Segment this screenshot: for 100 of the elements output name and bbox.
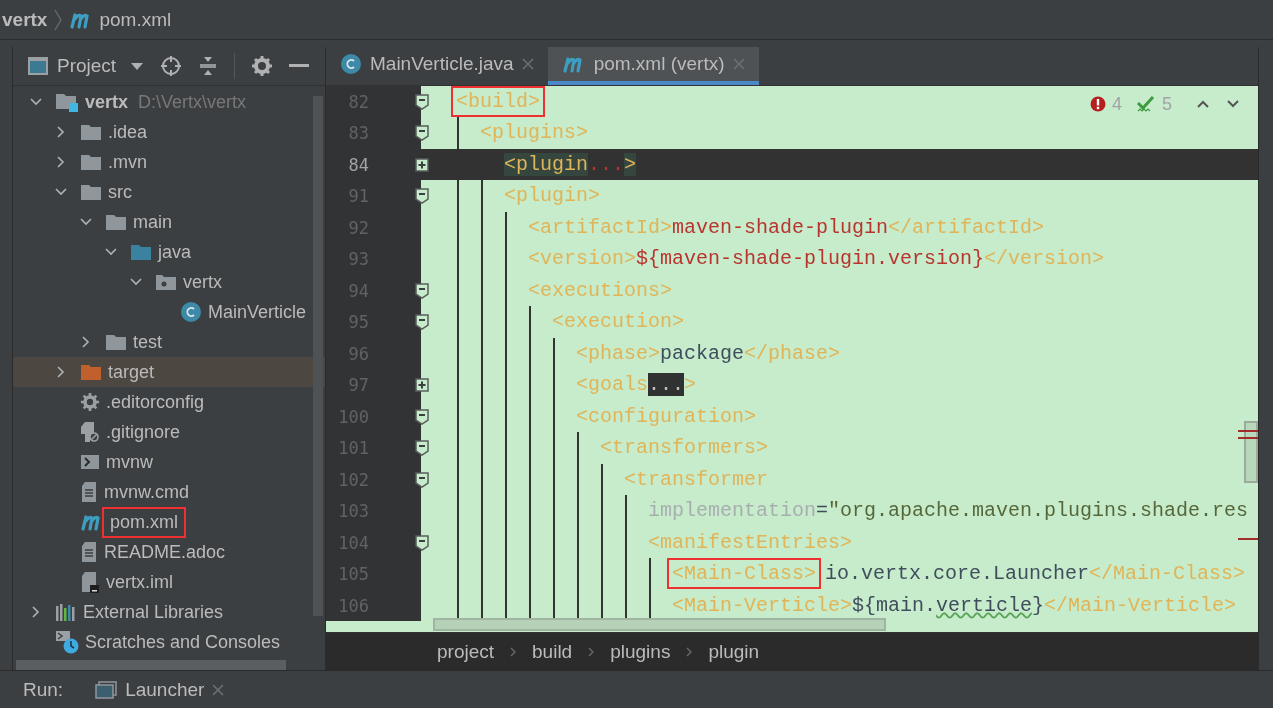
breadcrumb-item[interactable]: plugin (708, 640, 760, 663)
tree-item-label: MainVerticle (208, 301, 307, 323)
tree-item-label: main (133, 211, 172, 233)
collapse-all-icon[interactable] (198, 55, 219, 77)
project-crumb[interactable]: vertx (2, 8, 48, 31)
tree-row[interactable]: vertx.iml (13, 567, 325, 597)
tree-item-label: .idea (108, 121, 148, 143)
expand-fold-icon[interactable] (415, 378, 429, 393)
tree-row[interactable]: .gitignore (13, 417, 325, 447)
error-stripe-mark[interactable] (1238, 436, 1258, 439)
code-line: <transformers> (599, 435, 769, 462)
ignored-file-icon (80, 421, 100, 443)
tree-row[interactable]: mvnw.cmd (13, 477, 325, 507)
tree-row[interactable]: mvnw (13, 447, 325, 477)
error-stripe-mark[interactable] (1238, 537, 1258, 540)
tree-row[interactable]: .mvn (13, 147, 325, 177)
project-path: D:\Vertx\vertx (138, 91, 247, 113)
folder-icon (80, 153, 102, 171)
error-stripe-mark[interactable] (1238, 429, 1258, 432)
fold-marker-icon[interactable] (415, 314, 429, 331)
minimize-icon[interactable] (289, 64, 310, 68)
tree-row[interactable]: java (13, 237, 325, 267)
module-folder-icon (55, 92, 79, 112)
tree-item-label: vertx (85, 91, 129, 113)
gear-icon (80, 392, 100, 412)
tree-item-label: Scratches and Consoles (85, 631, 281, 653)
tree-item-label: vertx (183, 271, 222, 293)
folder-icon (80, 363, 102, 381)
run-tab[interactable]: Launcher (87, 671, 233, 708)
error-icon[interactable] (1089, 96, 1106, 113)
tree-row[interactable]: vertx D:\Vertx\vertx (13, 87, 325, 117)
fold-marker-icon[interactable] (415, 188, 429, 205)
code-line: <execution> (551, 309, 685, 336)
project-view-icon (27, 56, 49, 76)
library-bars-icon (55, 602, 77, 622)
folder-icon (105, 333, 127, 351)
editor-tab[interactable]: pom.xml (vertx) (547, 47, 759, 85)
fold-marker-icon[interactable] (415, 471, 429, 488)
chevron-separator-icon (53, 7, 64, 32)
run-label: Run: (23, 678, 64, 701)
chevron-separator-icon (510, 646, 517, 657)
tree-row[interactable]: test (13, 327, 325, 357)
chevron-separator-icon (686, 646, 693, 657)
scrollbar-thumb[interactable] (1244, 420, 1258, 483)
chevron-separator-icon (588, 646, 595, 657)
expand-fold-icon[interactable] (415, 157, 429, 172)
file-crumb[interactable]: pom.xml (99, 8, 172, 31)
module-file-icon (80, 571, 100, 593)
code-line: implementation="org.apache.maven.plugins.shade.res (647, 498, 1249, 525)
warning-check-icon[interactable] (1136, 95, 1156, 114)
tree-row[interactable]: MainVerticle (13, 297, 325, 327)
horizontal-scrollbar[interactable] (16, 660, 286, 670)
code-line: <artifactId>maven-shade-plugin</artifactId> (527, 214, 1045, 241)
tree-row[interactable]: vertx (13, 267, 325, 297)
folder-icon (80, 123, 102, 141)
tree-item-label: vertx.iml (106, 571, 173, 593)
code-line: <executions> (527, 277, 673, 304)
editor-tab[interactable]: MainVerticle.java (326, 47, 548, 85)
text-file-icon (80, 481, 98, 503)
tree-row[interactable]: src (13, 177, 325, 207)
tree-row[interactable]: .editorconfig (13, 387, 325, 417)
line-number: 84 (347, 154, 369, 175)
fold-marker-icon[interactable] (415, 282, 429, 299)
fold-marker-icon[interactable] (415, 93, 429, 110)
settings-icon[interactable] (251, 55, 274, 77)
folder-icon (130, 243, 152, 261)
fold-marker-icon[interactable] (415, 440, 429, 457)
breadcrumb-item[interactable]: build (532, 640, 573, 663)
horizontal-scrollbar[interactable] (433, 618, 886, 632)
tree-row[interactable]: Scratches and Consoles (13, 627, 325, 657)
scratch-clock-icon (55, 630, 79, 654)
tree-item-label: .editorconfig (106, 391, 205, 413)
package-folder-icon (155, 273, 177, 291)
breadcrumb-item[interactable]: project (437, 640, 495, 663)
tree-row[interactable]: pom.xml (13, 507, 325, 537)
fold-marker-icon[interactable] (415, 534, 429, 551)
tree-item-label: java (158, 241, 192, 263)
breadcrumb-item[interactable]: plugins (610, 640, 671, 663)
tree-item-label: mvnw.cmd (104, 481, 190, 503)
project-view-dropdown[interactable]: Project (57, 55, 117, 77)
code-line: <manifestEntries> (647, 529, 853, 556)
dropdown-caret-icon[interactable] (130, 61, 145, 71)
fold-marker-icon[interactable] (415, 408, 429, 425)
tree-item-label: src (108, 181, 132, 203)
tree-row[interactable]: target (13, 357, 325, 387)
tree-row[interactable]: main (13, 207, 325, 237)
fold-marker-icon[interactable] (415, 125, 429, 142)
locate-icon[interactable] (160, 55, 183, 77)
tree-row[interactable]: .idea (13, 117, 325, 147)
code-line: <Main-Class> io.vertx.core.Launcher</Main-Class> (666, 559, 1246, 590)
code-line: <Main-Verticle>${main.verticle}</Main-Verticle> (671, 592, 1237, 619)
code-line: <goals...> (575, 372, 697, 399)
error-count: 4 (1111, 93, 1122, 115)
code-line: <phase>package</phase> (575, 340, 841, 367)
tree-row[interactable]: External Libraries (13, 597, 325, 627)
code-line: <version>${maven-shade-plugin.version}</version> (527, 246, 1105, 273)
code-line: <plugin> (503, 183, 600, 210)
tree-row[interactable]: README.adoc (13, 537, 325, 567)
tree-item-label: .gitignore (106, 421, 181, 443)
code-line: <transformer (623, 466, 769, 493)
